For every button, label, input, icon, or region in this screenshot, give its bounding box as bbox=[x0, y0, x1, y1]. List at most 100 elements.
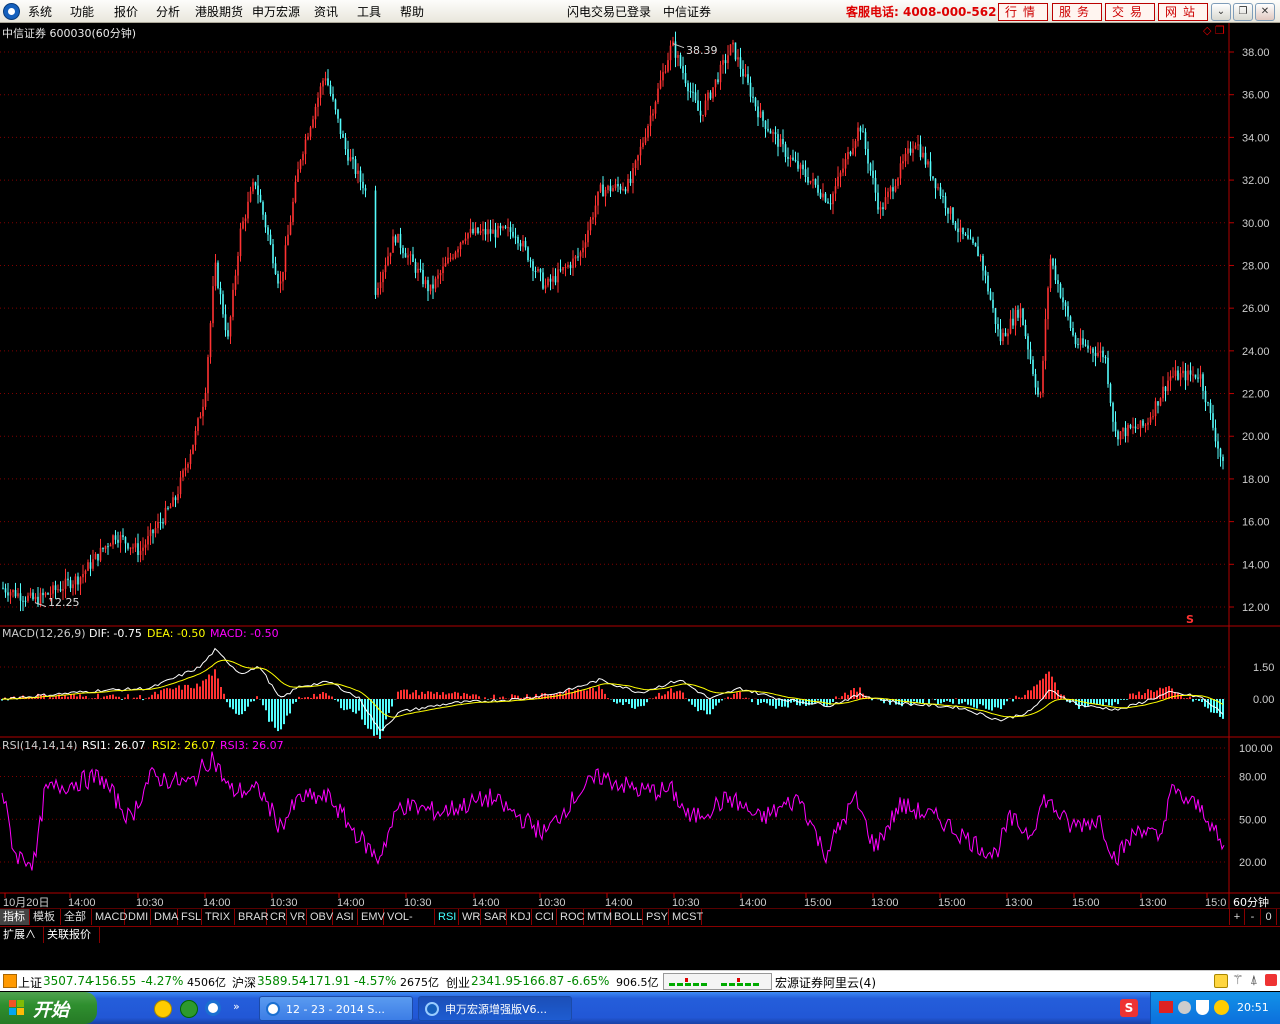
candle-body bbox=[1032, 359, 1034, 375]
quicklaunch-ie-icon[interactable] bbox=[205, 1000, 221, 1016]
tab-cci[interactable]: CCI bbox=[532, 909, 557, 925]
period-label[interactable]: 60分钟 bbox=[1233, 894, 1269, 910]
menu-item-help[interactable]: 帮助 bbox=[400, 3, 424, 20]
quicklaunch-browser-icon[interactable] bbox=[154, 1000, 172, 1018]
candle-body bbox=[949, 207, 952, 214]
menu-item-swhy[interactable]: 申万宏源 bbox=[252, 3, 300, 20]
pin-icon[interactable]: ⍋ bbox=[1250, 973, 1258, 988]
task-stock-app[interactable]: 申万宏源增强版V6... bbox=[418, 996, 572, 1021]
quicklaunch-expand-icon[interactable]: » bbox=[233, 1000, 245, 1016]
tab-add-button[interactable]: + bbox=[1229, 909, 1245, 925]
tab-all[interactable]: 全部 bbox=[61, 909, 92, 925]
candle-body bbox=[937, 187, 939, 189]
minimize-button[interactable]: ⌄ bbox=[1211, 3, 1231, 21]
tab-boll[interactable]: BOLL bbox=[611, 909, 643, 925]
menu-item-function[interactable]: 功能 bbox=[70, 3, 94, 20]
candle-body bbox=[487, 229, 489, 235]
macd-name[interactable]: MACD(12,26,9) bbox=[2, 627, 86, 640]
task-browser[interactable]: 12 - 23 - 2014 S... bbox=[259, 996, 413, 1021]
tray-shield-icon[interactable] bbox=[1196, 1000, 1209, 1015]
candle-body bbox=[979, 255, 982, 257]
macd-dif-value: DIF: -0.75 bbox=[89, 627, 142, 640]
tab-mcst[interactable]: MCST bbox=[669, 909, 703, 925]
time-label: 14:00 bbox=[68, 897, 96, 909]
tab-rsi[interactable]: RSI bbox=[435, 909, 459, 925]
candle-body bbox=[134, 543, 137, 548]
tab-template[interactable]: 模板 bbox=[30, 909, 61, 925]
candle-body bbox=[732, 42, 734, 45]
start-button[interactable]: 开始 bbox=[0, 992, 97, 1024]
tray-guard-icon[interactable] bbox=[1214, 1000, 1229, 1015]
tab-roc[interactable]: ROC bbox=[557, 909, 584, 925]
rsi-name[interactable]: RSI(14,14,14) bbox=[2, 739, 77, 752]
tray-network-icon[interactable] bbox=[1178, 1001, 1191, 1014]
quicklaunch-security-icon[interactable] bbox=[180, 1000, 198, 1018]
chart-mode-icon[interactable]: ◇ ❐ bbox=[1203, 24, 1225, 37]
candle-body bbox=[684, 73, 687, 84]
tab-indicator[interactable]: 指标 bbox=[0, 909, 30, 925]
candle-body bbox=[1164, 386, 1167, 392]
trade-button[interactable]: 交易 bbox=[1105, 3, 1155, 21]
kline-chart[interactable]: 38.00 36.00 34.00 32.00 30.00 28.00 26.00 24.00… bbox=[0, 23, 1280, 911]
sh-index-name[interactable]: 上证 bbox=[18, 974, 42, 991]
candle-body bbox=[1049, 258, 1052, 289]
tab-cr[interactable]: CR bbox=[267, 909, 287, 925]
tab-dma[interactable]: DMA bbox=[151, 909, 178, 925]
tab-mtm[interactable]: MTM bbox=[584, 909, 612, 925]
menu-item-hk-futures[interactable]: 港股期货 bbox=[195, 3, 243, 20]
candle-body bbox=[219, 288, 222, 295]
tab-vol-tdx[interactable]: VOL-TDX bbox=[384, 909, 435, 939]
candle-body bbox=[1209, 402, 1212, 414]
tab-kdj[interactable]: KDJ bbox=[507, 909, 532, 925]
candle-body bbox=[259, 194, 262, 203]
tab-macd[interactable]: MACD bbox=[92, 909, 127, 925]
time-label: 10:30 bbox=[270, 897, 298, 909]
candle-body bbox=[1099, 350, 1102, 353]
menu-item-news[interactable]: 资讯 bbox=[314, 3, 338, 20]
candle-body bbox=[182, 470, 184, 478]
candle-body bbox=[737, 57, 739, 60]
tray-flag-icon[interactable] bbox=[1159, 1001, 1173, 1013]
tab-asi[interactable]: ASI bbox=[333, 909, 358, 925]
candle-body bbox=[442, 266, 444, 273]
macd-dea-value: DEA: -0.50 bbox=[147, 627, 206, 640]
hs-index-name[interactable]: 沪深 bbox=[232, 974, 256, 991]
tab-obv[interactable]: OBV bbox=[307, 909, 333, 925]
tab-reset-button[interactable]: 0 bbox=[1261, 909, 1277, 925]
website-button[interactable]: 网站 bbox=[1158, 3, 1208, 21]
restore-button[interactable]: ❐ bbox=[1233, 3, 1253, 21]
tab-remove-button[interactable]: - bbox=[1245, 909, 1261, 925]
tab-vr[interactable]: VR bbox=[287, 909, 307, 925]
candle-body bbox=[492, 229, 494, 234]
tab-trix[interactable]: TRIX bbox=[202, 909, 235, 925]
menu-item-tools[interactable]: 工具 bbox=[357, 3, 381, 20]
service-button[interactable]: 服务 bbox=[1052, 3, 1102, 21]
start-label: 开始 bbox=[33, 1000, 69, 1021]
signal-icon[interactable]: ⚚ bbox=[1232, 973, 1244, 988]
related-quotes-tab[interactable]: 关联报价 bbox=[44, 927, 100, 943]
input-method-icon[interactable]: S bbox=[1120, 999, 1138, 1017]
candle-body bbox=[379, 282, 382, 288]
tab-brar[interactable]: BRAR bbox=[235, 909, 269, 925]
tab-emv[interactable]: EMV bbox=[358, 909, 385, 925]
alert-icon[interactable] bbox=[1265, 974, 1277, 986]
chart-area[interactable]: 38.00 36.00 34.00 32.00 30.00 28.00 26.00 24.00… bbox=[0, 23, 1280, 911]
candle-body bbox=[4, 588, 7, 593]
server-name[interactable]: 宏源证券阿里云(4) bbox=[775, 974, 876, 991]
tab-fsl[interactable]: FSL bbox=[178, 909, 202, 925]
index-bar-icon[interactable] bbox=[3, 974, 17, 988]
candle-body bbox=[1082, 338, 1084, 345]
candle-body bbox=[597, 191, 599, 206]
tab-sar[interactable]: SAR bbox=[481, 909, 507, 925]
cy-index-name[interactable]: 创业 bbox=[446, 974, 470, 991]
tab-dmi[interactable]: DMI bbox=[125, 909, 151, 925]
tab-psy[interactable]: PSY bbox=[643, 909, 669, 925]
lock-icon[interactable] bbox=[1214, 974, 1228, 988]
tab-wr[interactable]: WR bbox=[459, 909, 481, 925]
expand-toggle[interactable]: 扩展∧ bbox=[0, 927, 44, 943]
menu-item-analysis[interactable]: 分析 bbox=[156, 3, 180, 20]
menu-item-quotes[interactable]: 报价 bbox=[114, 3, 138, 20]
market-button[interactable]: 行情 bbox=[998, 3, 1048, 21]
menu-item-system[interactable]: 系统 bbox=[28, 3, 52, 20]
close-button[interactable]: ✕ bbox=[1255, 3, 1275, 21]
